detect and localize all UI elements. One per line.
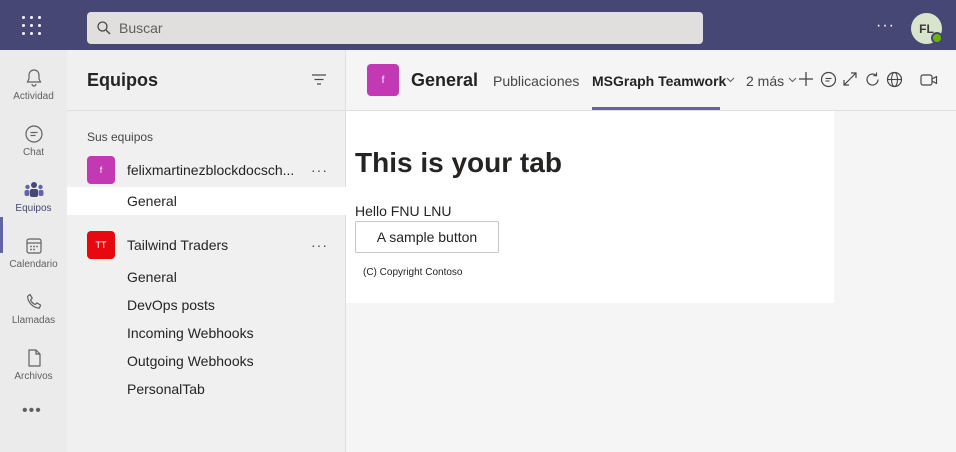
tab-heading: This is your tab <box>355 147 562 178</box>
teams-icon <box>24 182 43 197</box>
top-bar: ··· FL <box>0 0 956 50</box>
rail-more-apps-icon[interactable]: ••• <box>22 402 42 420</box>
team-avatar: TT <box>87 231 115 259</box>
rail-item-llamadas[interactable]: Llamadas <box>0 282 67 336</box>
active-tab-indicator <box>592 107 720 110</box>
channel-header: f General Publicaciones MSGraph Teamwork… <box>346 50 956 111</box>
channel-item[interactable]: PersonalTab <box>67 375 346 403</box>
video-call-icon[interactable] <box>920 73 938 87</box>
bell-icon <box>26 69 41 87</box>
teams-panel: Equipos Sus equipos f felixmartinezblock… <box>67 50 346 452</box>
settings-more-icon[interactable]: ··· <box>876 16 896 36</box>
rail-item-chat[interactable]: Chat <box>0 114 67 168</box>
team-more-options-icon[interactable]: ··· <box>311 237 328 253</box>
rail-item-calendario[interactable]: Calendario <box>0 226 67 280</box>
search-input[interactable] <box>119 20 659 36</box>
team-name: felixmartinezblockdocsch... <box>127 162 295 178</box>
search-box[interactable] <box>87 12 703 44</box>
filter-icon[interactable] <box>311 72 327 88</box>
tab-label: 2 más <box>746 73 785 89</box>
globe-icon[interactable] <box>886 71 903 88</box>
file-icon <box>27 349 41 367</box>
team-more-options-icon[interactable]: ··· <box>311 162 328 178</box>
tab-publicaciones[interactable]: Publicaciones <box>493 73 579 89</box>
chevron-down-icon[interactable] <box>726 77 735 83</box>
tab-label: MSGraph Teamwork <box>592 73 727 89</box>
team-name: Tailwind Traders <box>127 237 229 253</box>
channel-avatar: f <box>367 64 399 96</box>
channel-item[interactable]: Outgoing Webhooks <box>67 347 346 375</box>
team-row-tailwind-traders[interactable]: TT Tailwind Traders ··· <box>67 230 346 260</box>
tab-msgraph-teamwork[interactable]: MSGraph Teamwork <box>592 73 726 89</box>
rail-item-equipos[interactable]: Equipos <box>0 170 67 224</box>
app-rail: Actividad Chat Equipos Calendario Llamad… <box>0 50 67 452</box>
add-tab-icon[interactable] <box>798 71 814 87</box>
panel-header: Equipos <box>67 50 346 111</box>
rail-label: Archivos <box>14 371 53 382</box>
tab-content-frame: This is your tab Hello FNU LNU A sample … <box>346 111 834 303</box>
team-row-felixmartinez[interactable]: f felixmartinezblockdocsch... ··· <box>67 155 346 185</box>
refresh-icon[interactable] <box>864 71 881 88</box>
channel-item[interactable]: General <box>67 263 346 291</box>
copyright-text: (C) Copyright Contoso <box>363 267 463 278</box>
rail-item-archivos[interactable]: Archivos <box>0 338 67 392</box>
team-avatar: f <box>87 156 115 184</box>
rail-label: Chat <box>22 147 45 158</box>
channel-item[interactable]: DevOps posts <box>67 291 346 319</box>
rail-label: Equipos <box>15 203 52 214</box>
panel-title: Equipos <box>87 70 158 90</box>
channel-title: General <box>411 70 479 90</box>
conversation-icon[interactable] <box>820 71 837 88</box>
rail-label: Llamadas <box>11 315 56 326</box>
app-launcher-icon[interactable] <box>22 16 42 36</box>
channel-item[interactable]: Incoming Webhooks <box>67 319 346 347</box>
rail-label: Calendario <box>9 259 58 270</box>
presence-available-icon <box>931 32 943 44</box>
chevron-down-icon[interactable] <box>788 77 797 83</box>
tab-more[interactable]: 2 más <box>746 73 784 89</box>
calendar-icon <box>25 238 42 254</box>
search-icon <box>97 21 111 35</box>
greeting-text: Hello FNU LNU <box>355 203 452 219</box>
chat-icon <box>24 125 43 143</box>
rail-label: Actividad <box>13 91 54 102</box>
section-label: Sus equipos <box>87 130 154 144</box>
phone-icon <box>26 293 41 309</box>
main-area: f General Publicaciones MSGraph Teamwork… <box>346 50 956 452</box>
channel-item-general-selected[interactable]: General <box>67 187 346 215</box>
sample-button[interactable]: A sample button <box>355 221 499 253</box>
expand-icon[interactable] <box>842 71 858 87</box>
rail-item-actividad[interactable]: Actividad <box>0 58 67 112</box>
